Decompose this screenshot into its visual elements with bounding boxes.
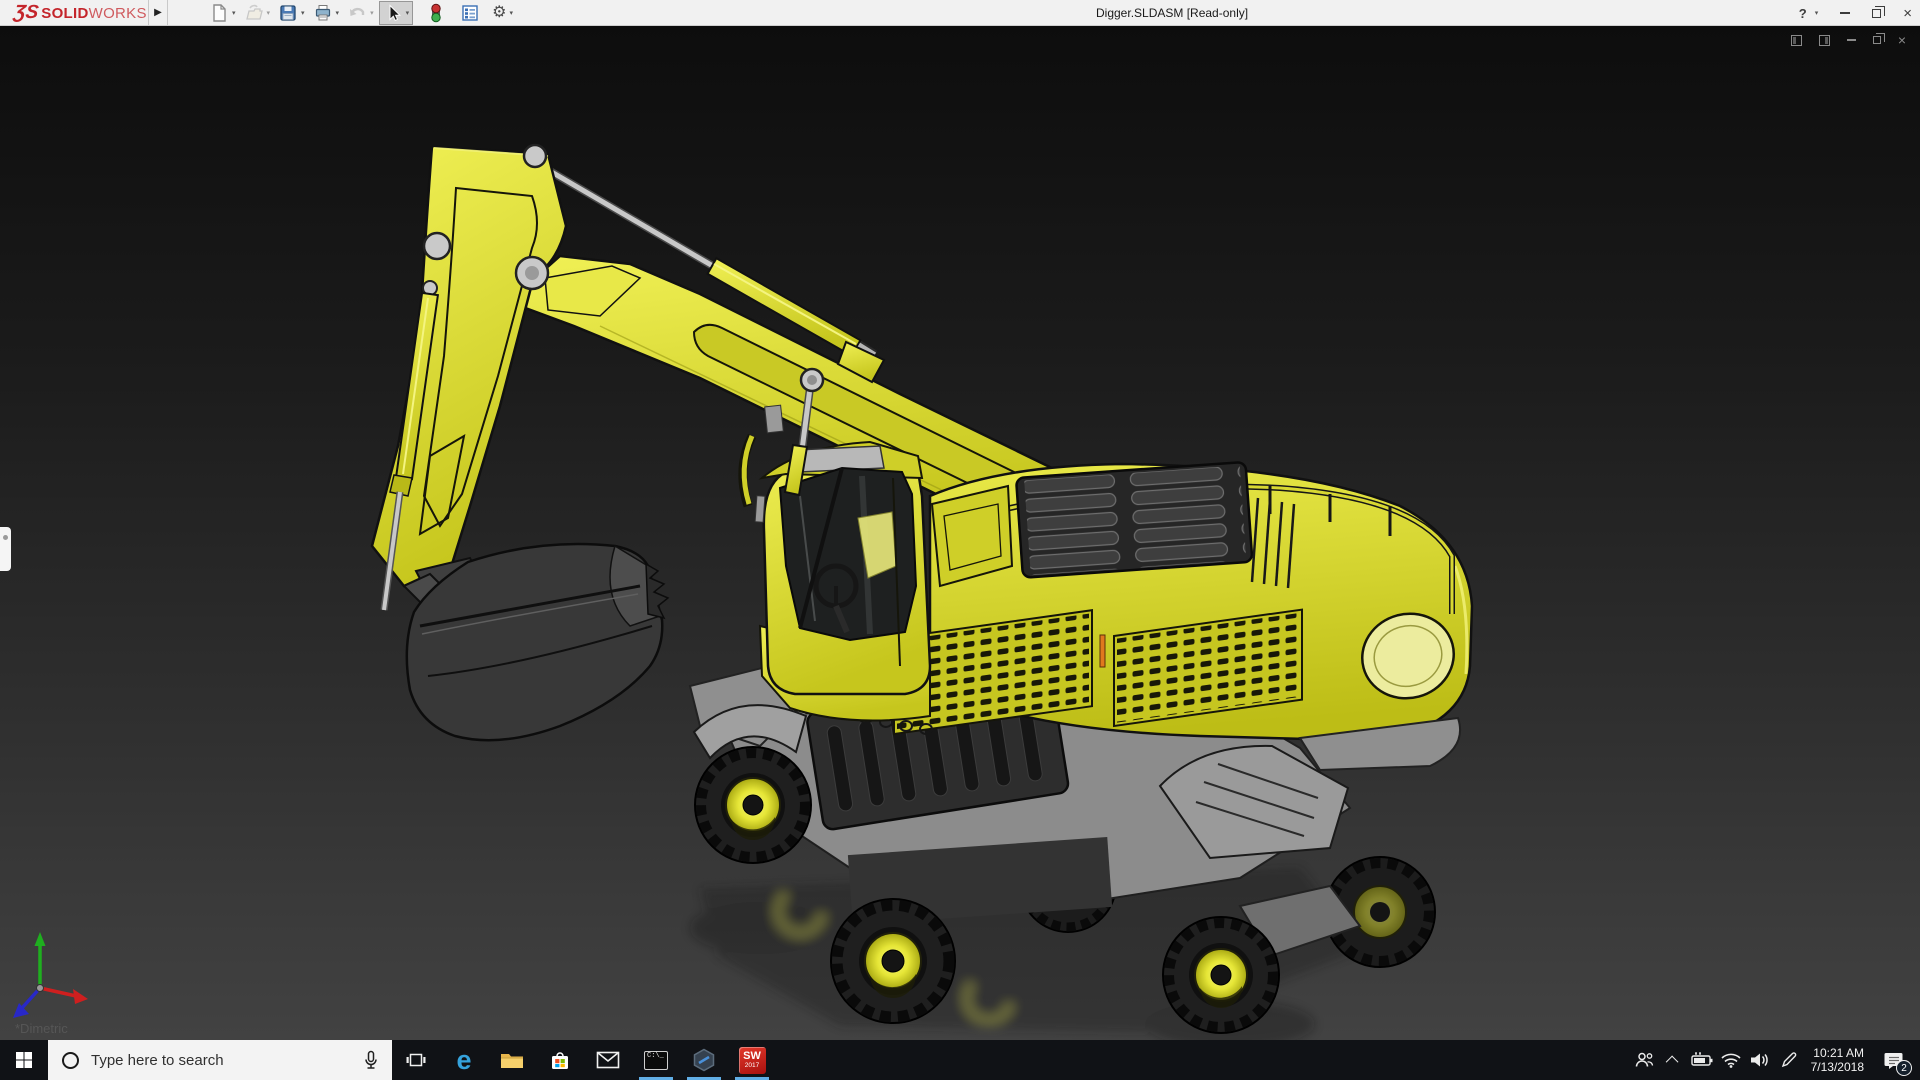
taskbar-app-edge[interactable]: e <box>440 1040 488 1080</box>
doc-restore-button[interactable] <box>1872 33 1885 44</box>
graphics-viewport[interactable]: × *Dimetric <box>0 26 1920 1040</box>
window-title: Digger.SLDASM [Read-only] <box>1096 6 1249 20</box>
excavator-model[interactable] <box>0 26 1920 1040</box>
apex-pin <box>522 143 548 169</box>
edge-icon: e <box>456 1044 472 1075</box>
dropdown-arrow-icon[interactable]: ▾ <box>232 9 236 17</box>
people-icon[interactable] <box>1630 1040 1659 1080</box>
document-window-controls: × <box>1790 33 1906 47</box>
select-button[interactable]: ▾ <box>378 0 414 25</box>
open-folder-icon <box>245 4 263 20</box>
undo-icon <box>350 7 365 16</box>
quick-access-toolbar: ▾ ▾ ▾ ▾ ▾ ▾ ⚙ ▾ <box>206 0 518 26</box>
taskbar-app-mail[interactable] <box>584 1040 632 1080</box>
doc-close-button[interactable]: × <box>1898 33 1906 47</box>
store-icon <box>552 1052 568 1069</box>
battery-icon[interactable] <box>1688 1040 1717 1080</box>
pen-icon[interactable] <box>1775 1040 1804 1080</box>
dropdown-arrow-icon[interactable]: ▾ <box>336 9 340 17</box>
window-controls: ? ▾ × <box>1799 0 1912 26</box>
pane-left-icon[interactable] <box>1790 34 1802 46</box>
feature-pane-handle[interactable] <box>0 527 11 571</box>
dropdown-arrow-icon[interactable]: ▾ <box>509 9 513 17</box>
dropdown-arrow-icon[interactable]: ▾ <box>267 9 271 17</box>
wheel-rear-right[interactable] <box>1162 916 1280 1034</box>
taskbar-app-file-explorer[interactable] <box>488 1040 536 1080</box>
restore-button[interactable] <box>1872 5 1886 18</box>
tray-time: 10:21 AM <box>1813 1045 1864 1060</box>
file-explorer-icon <box>501 1054 523 1068</box>
solidworks-logo-icon: ƷS <box>12 1 40 23</box>
orientation-triad <box>13 932 88 1018</box>
task-view-icon <box>406 1053 426 1067</box>
select-cursor-icon <box>389 3 401 21</box>
cortana-icon <box>62 1051 79 1069</box>
taskbar-search[interactable] <box>48 1040 392 1080</box>
microphone-icon[interactable] <box>362 1050 380 1070</box>
view-orientation-label: *Dimetric <box>15 1021 68 1036</box>
save-button[interactable]: ▾ <box>275 1 308 25</box>
command-prompt-icon: C:\_ <box>644 1050 668 1070</box>
print-icon <box>315 4 330 20</box>
gear-icon: ⚙ <box>492 3 507 21</box>
orange-marker <box>1099 634 1106 668</box>
taskbar-app-command-prompt[interactable]: C:\_ <box>632 1040 680 1080</box>
taskbar-app-composer[interactable] <box>680 1040 728 1080</box>
traffic-light-icon <box>431 3 441 22</box>
save-icon <box>280 4 296 21</box>
dropdown-arrow-icon[interactable]: ▾ <box>406 9 410 17</box>
brand-works-text: WORKS <box>88 4 147 22</box>
help-dropdown-icon[interactable]: ▾ <box>1815 9 1819 17</box>
taskbar-app-solidworks[interactable]: SW 2017 <box>728 1040 776 1080</box>
taskbar-app-store[interactable] <box>536 1040 584 1080</box>
menu-flyout-button[interactable]: ▶ <box>148 0 168 25</box>
dropdown-arrow-icon[interactable]: ▾ <box>301 9 305 17</box>
system-tray: 10:21 AM 7/13/2018 2 <box>1630 1040 1920 1080</box>
task-view-button[interactable] <box>392 1040 440 1080</box>
wheel-rear-left[interactable] <box>830 898 956 1024</box>
wifi-icon[interactable] <box>1717 1040 1746 1080</box>
options-button[interactable]: ⚙ ▾ <box>489 1 516 25</box>
display-pane-button[interactable] <box>457 1 483 25</box>
close-button[interactable]: × <box>1903 6 1912 21</box>
composer-hexagon-icon <box>693 1048 715 1072</box>
stick-arm[interactable] <box>370 143 568 588</box>
action-center-button[interactable]: 2 <box>1873 1040 1915 1080</box>
doc-minimize-button[interactable] <box>1846 39 1856 41</box>
tray-date: 7/13/2018 <box>1810 1060 1864 1074</box>
minimize-button[interactable] <box>1840 12 1851 14</box>
solidworks-logo: ƷS SOLID WORKS <box>0 0 148 26</box>
view-traffic-light-button[interactable] <box>423 1 449 25</box>
display-pane-icon <box>462 4 478 21</box>
windows-taskbar: e C:\_ SW <box>0 1040 1920 1080</box>
solidworks-2017-icon: SW 2017 <box>738 1046 766 1074</box>
wheel-front-left[interactable] <box>694 746 812 864</box>
start-button[interactable] <box>0 1040 48 1080</box>
pane-right-icon[interactable] <box>1818 34 1830 46</box>
new-document-icon <box>213 3 226 22</box>
volume-icon[interactable] <box>1746 1040 1775 1080</box>
titlebar: ƷS SOLID WORKS ▶ ▾ ▾ ▾ ▾ ▾ ▾ ⚙ ▾ Digger.… <box>0 0 1920 26</box>
new-document-button[interactable]: ▾ <box>206 1 239 25</box>
windows-logo-icon <box>16 1052 32 1068</box>
open-button[interactable]: ▾ <box>241 1 274 25</box>
notification-badge: 2 <box>1896 1060 1912 1076</box>
search-input[interactable] <box>91 1051 350 1069</box>
dropdown-arrow-icon[interactable]: ▾ <box>370 9 374 17</box>
tray-chevron-up-icon[interactable] <box>1659 1040 1688 1080</box>
brand-solid-text: SOLID <box>41 4 89 22</box>
print-button[interactable]: ▾ <box>310 1 343 25</box>
help-button[interactable]: ? <box>1799 6 1807 21</box>
taskbar-clock[interactable]: 10:21 AM 7/13/2018 <box>1804 1046 1873 1075</box>
mail-icon <box>596 1051 620 1069</box>
left-pin <box>422 231 452 261</box>
bucket-teeth <box>645 562 670 620</box>
undo-button[interactable]: ▾ <box>344 1 377 25</box>
